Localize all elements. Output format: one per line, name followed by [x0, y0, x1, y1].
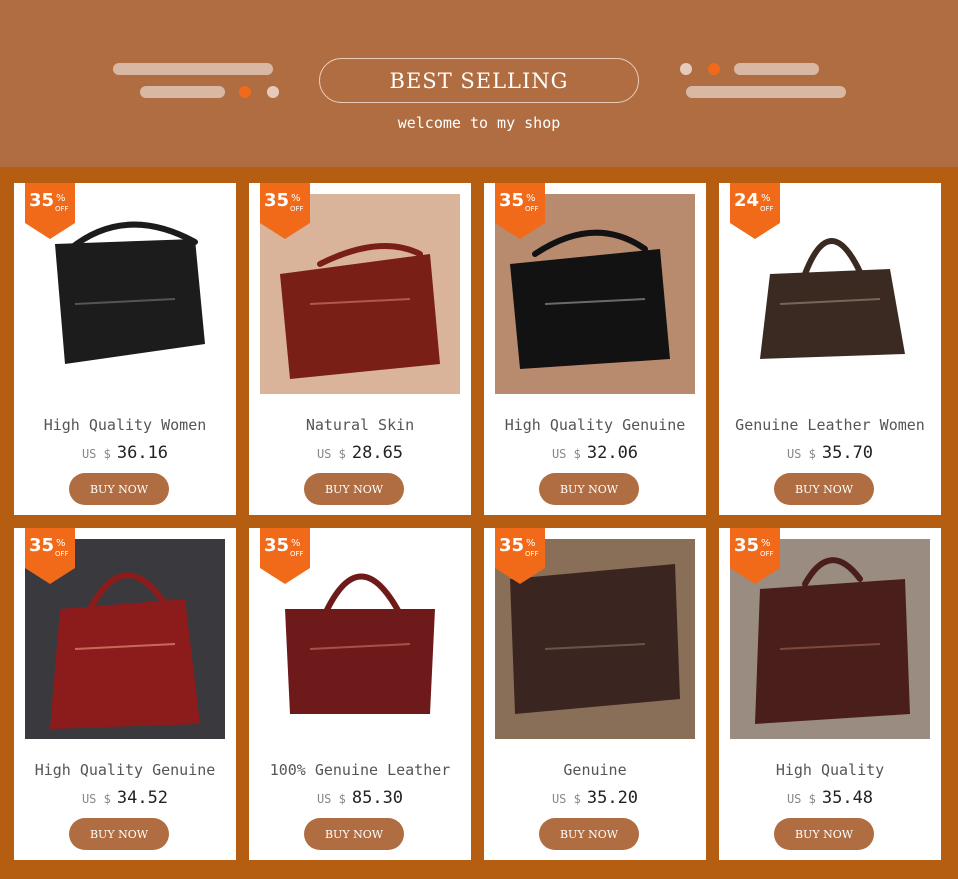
buy-now-button[interactable]: BUY NOW — [539, 818, 639, 850]
product-card[interactable]: 35 % OFF Natural Skin US $ 28.65 BUY NOW — [249, 183, 471, 515]
discount-percent-sign: % — [291, 538, 301, 549]
product-card[interactable]: 35 % OFF 100% Genuine Leather US $85.30 … — [249, 528, 471, 860]
discount-badge: 35 % OFF — [260, 528, 310, 584]
discount-off-label: OFF — [290, 205, 304, 213]
product-card[interactable]: 35 % OFF High Quality Genuine US $32.06 … — [484, 183, 706, 515]
decor-dot — [239, 86, 251, 98]
decor-dot — [708, 63, 720, 75]
header-banner: BEST SELLING welcome to my shop — [0, 0, 958, 167]
decor-dot — [680, 63, 692, 75]
product-card[interactable]: 35 % OFF High Quality Women US $ 36.16 BU… — [14, 183, 236, 515]
price-row: US $ 35.20 — [484, 788, 706, 808]
page-subtitle: welcome to my shop — [397, 114, 561, 132]
decor-bar — [113, 63, 273, 75]
discount-percent-sign: % — [56, 538, 66, 549]
decor-bar — [686, 86, 846, 98]
product-name[interactable]: High Quality Women — [14, 416, 236, 434]
currency-label: US $ — [81, 792, 111, 806]
discount-off-label: OFF — [55, 550, 69, 558]
discount-percent-sign: % — [761, 538, 771, 549]
buy-now-button[interactable]: BUY NOW — [304, 818, 404, 850]
price-row: US $ 35.70 — [719, 443, 941, 463]
discount-badge: 35 % OFF — [25, 183, 75, 239]
product-card[interactable]: 35 % OFF High Quality Genuine US $34.52 … — [14, 528, 236, 860]
price-row: US $ 28.65 — [249, 443, 471, 463]
product-price: 36.16 — [116, 443, 169, 463]
buy-now-button[interactable]: BUY NOW — [304, 473, 404, 505]
discount-value: 35 — [264, 190, 290, 211]
discount-value: 24 — [734, 190, 760, 211]
discount-badge: 35 % OFF — [730, 528, 780, 584]
discount-off-label: OFF — [760, 550, 774, 558]
currency-label: US $ — [551, 447, 581, 461]
product-price: 35.20 — [586, 788, 639, 808]
discount-value: 35 — [499, 535, 525, 556]
currency-label: US $ — [316, 447, 346, 461]
product-price: 32.06 — [586, 443, 639, 463]
discount-badge: 35 % OFF — [495, 183, 545, 239]
decor-dot — [267, 86, 279, 98]
decor-bar — [140, 86, 225, 98]
product-card[interactable]: 24 % OFF Genuine Leather Women US $ 35.70… — [719, 183, 941, 515]
discount-badge: 35 % OFF — [495, 528, 545, 584]
title-pill: BEST SELLING — [319, 58, 639, 103]
product-name[interactable]: Genuine Leather Women — [719, 416, 941, 434]
currency-label: US $ — [316, 792, 346, 806]
discount-percent-sign: % — [56, 193, 66, 204]
product-name[interactable]: High Quality Genuine — [484, 416, 706, 434]
buy-now-button[interactable]: BUY NOW — [774, 473, 874, 505]
discount-value: 35 — [734, 535, 760, 556]
currency-label: US $ — [786, 447, 816, 461]
product-price: 28.65 — [351, 443, 404, 463]
product-name[interactable]: High Quality Genuine — [14, 761, 236, 779]
product-price: 35.70 — [821, 443, 874, 463]
discount-off-label: OFF — [525, 550, 539, 558]
currency-label: US $ — [551, 792, 581, 806]
discount-off-label: OFF — [760, 205, 774, 213]
buy-now-button[interactable]: BUY NOW — [774, 818, 874, 850]
product-price: 34.52 — [116, 788, 169, 808]
price-row: US $ 34.52 — [14, 788, 236, 808]
product-price: 35.48 — [821, 788, 874, 808]
discount-off-label: OFF — [55, 205, 69, 213]
discount-off-label: OFF — [525, 205, 539, 213]
discount-badge: 35 % OFF — [25, 528, 75, 584]
currency-label: US $ — [81, 447, 111, 461]
discount-percent-sign: % — [526, 538, 536, 549]
buy-now-button[interactable]: BUY NOW — [539, 473, 639, 505]
buy-now-button[interactable]: BUY NOW — [69, 818, 169, 850]
discount-badge: 35 % OFF — [260, 183, 310, 239]
product-card[interactable]: 35 % OFF Genuine US $ 35.20 BUY NOW — [484, 528, 706, 860]
price-row: US $ 36.16 — [14, 443, 236, 463]
product-name[interactable]: Genuine — [484, 761, 706, 779]
product-name[interactable]: Natural Skin — [249, 416, 471, 434]
product-card[interactable]: 35 % OFF High Quality US $ 35.48 BUY NOW — [719, 528, 941, 860]
page-title: BEST SELLING — [389, 68, 569, 93]
product-price: 85.30 — [351, 788, 404, 808]
currency-label: US $ — [786, 792, 816, 806]
price-row: US $ 35.48 — [719, 788, 941, 808]
price-row: US $ 85.30 — [249, 788, 471, 808]
discount-value: 35 — [499, 190, 525, 211]
discount-off-label: OFF — [290, 550, 304, 558]
discount-percent-sign: % — [291, 193, 301, 204]
product-name[interactable]: 100% Genuine Leather — [249, 761, 471, 779]
discount-value: 35 — [264, 535, 290, 556]
discount-badge: 24 % OFF — [730, 183, 780, 239]
discount-percent-sign: % — [761, 193, 771, 204]
discount-percent-sign: % — [526, 193, 536, 204]
buy-now-button[interactable]: BUY NOW — [69, 473, 169, 505]
discount-value: 35 — [29, 535, 55, 556]
product-name[interactable]: High Quality — [719, 761, 941, 779]
decor-bar — [734, 63, 819, 75]
price-row: US $ 32.06 — [484, 443, 706, 463]
discount-value: 35 — [29, 190, 55, 211]
